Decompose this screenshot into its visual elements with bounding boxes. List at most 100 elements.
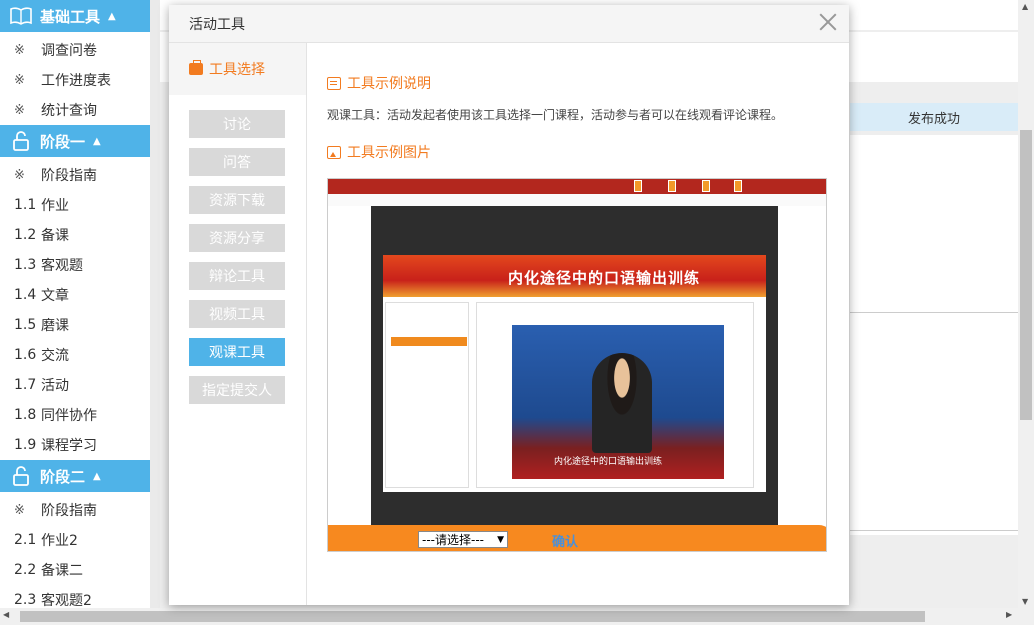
lock-icon (10, 466, 32, 486)
page-horizontal-scrollbar[interactable]: ◀ ▶ (0, 608, 1034, 625)
sidebar-item-label: 文章 (41, 288, 69, 304)
scroll-right-icon[interactable]: ▶ (1006, 610, 1012, 619)
sidebar-item-number: 1.8 (14, 407, 37, 423)
example-nav-item (391, 365, 467, 374)
scroll-thumb[interactable] (20, 611, 925, 622)
sidebar-section-header[interactable]: 基础工具 ▲ (0, 0, 150, 32)
example-tab (634, 180, 642, 192)
sidebar-item[interactable]: 1.8 同伴协作 (0, 400, 150, 430)
example-image-heading: 工具示例图片 (327, 142, 431, 162)
example-course-page: 内化途径中的口语输出训练 内化途径中的口语输出训练 (383, 255, 766, 492)
example-video-caption: 内化途径中的口语输出训练 (554, 457, 663, 467)
sidebar-item-label: 交流 (41, 348, 69, 364)
dialog-header: 活动工具 (169, 5, 849, 43)
sidebar-item-label: 统计查询 (41, 103, 97, 119)
sidebar-section-title: 阶段二 (40, 467, 86, 486)
background-right-panel (850, 135, 1018, 535)
sidebar-item-label: 备课二 (41, 563, 83, 579)
sidebar-item[interactable]: 2.1 作业2 (0, 525, 150, 555)
sidebar-item[interactable]: ※ 调查问卷 (0, 35, 150, 65)
example-nav-item (391, 351, 467, 360)
confirm-button[interactable]: 确认 (552, 531, 578, 550)
sidebar-item[interactable]: ※ 统计查询 (0, 95, 150, 125)
sidebar-item-label: 阶段指南 (41, 168, 97, 184)
sidebar-item[interactable]: ※ 阶段指南 (0, 495, 150, 525)
sidebar-item-mark: ※ (14, 502, 25, 518)
course-select-value: ---请选择--- (422, 533, 484, 547)
tool-content: 工具示例说明 观课工具：活动发起者使用该工具选择一门课程，活动参与者可以在线观看… (307, 43, 849, 605)
scroll-thumb[interactable] (1020, 130, 1032, 420)
example-tab (734, 180, 742, 192)
sidebar-item-label: 课程学习 (41, 438, 97, 454)
lock-icon (10, 131, 32, 151)
sidebar-item-mark: ※ (14, 102, 25, 118)
close-icon[interactable] (817, 11, 839, 33)
tool-button[interactable]: 资源分享 (189, 224, 285, 252)
activity-tool-dialog: 活动工具 工具选择 讨论 问答 资源下载 资源分享 辩论工具 视频工具 观课工具 指定提交人 … (169, 5, 849, 605)
sidebar-item-number: 1.5 (14, 317, 37, 333)
sidebar-item-mark: ※ (14, 42, 25, 58)
example-stage: 内化途径中的口语输出训练 内化途径中的口语输出训练 (371, 206, 778, 526)
tool-button[interactable]: 视频工具 (189, 300, 285, 328)
sidebar-item[interactable]: 2.3 客观题2 (0, 585, 150, 608)
sidebar-item-label: 备课 (41, 228, 69, 244)
sidebar-item-mark: ※ (14, 72, 25, 88)
sidebar-item-number: 1.4 (14, 287, 37, 303)
course-select-bar: ---请选择--- ▼ 确认 (328, 525, 826, 551)
sidebar-item[interactable]: 1.1 作业 (0, 190, 150, 220)
example-screenshot: 内化途径中的口语输出训练 内化途径中的口语输出训练 ---请选择--- ▼ 确认 (327, 178, 827, 552)
example-video-panel: 内化途径中的口语输出训练 (476, 302, 754, 488)
collapse-caret-icon[interactable]: ▲ (93, 136, 101, 147)
example-study-nav (385, 302, 469, 488)
teacher-figure (592, 353, 652, 453)
scroll-down-icon[interactable]: ▼ (1022, 597, 1028, 606)
tool-selection-title: 工具选择 (209, 62, 265, 78)
sidebar-section-header[interactable]: 阶段一 ▲ (0, 125, 150, 157)
sidebar-item[interactable]: 1.2 备课 (0, 220, 150, 250)
sidebar-section-header[interactable]: 阶段二 ▲ (0, 460, 150, 492)
sidebar-item[interactable]: 1.4 文章 (0, 280, 150, 310)
example-banner: 内化途径中的口语输出训练 (383, 255, 766, 297)
tool-button[interactable]: 指定提交人 (189, 376, 285, 404)
example-description-title: 工具示例说明 (347, 76, 431, 92)
sidebar-item-number: 1.2 (14, 227, 37, 243)
course-sidebar: 基础工具 ▲ ※ 调查问卷 ※ 工作进度表 ※ 统计查询 阶段一 ▲ ※ 阶段指南 1.1 作业 1.2 备课… (0, 0, 150, 608)
sidebar-item[interactable]: ※ 工作进度表 (0, 65, 150, 95)
sidebar-item[interactable]: 1.6 交流 (0, 340, 150, 370)
sidebar-item[interactable]: 1.9 课程学习 (0, 430, 150, 460)
divider (850, 530, 1018, 531)
sidebar-item-number: 2.2 (14, 562, 37, 578)
tool-selection-header: 工具选择 (169, 43, 306, 95)
tool-selection-nav: 工具选择 讨论问答资源下载资源分享辩论工具视频工具观课工具指定提交人 (169, 43, 307, 605)
sidebar-item[interactable]: 1.3 客观题 (0, 250, 150, 280)
tool-button[interactable]: 观课工具 (189, 338, 285, 366)
collapse-caret-icon[interactable]: ▲ (93, 471, 101, 482)
document-icon (327, 76, 341, 90)
course-select[interactable]: ---请选择--- ▼ (418, 531, 508, 548)
sidebar-item[interactable]: 1.7 活动 (0, 370, 150, 400)
book-icon (10, 6, 32, 26)
collapse-caret-icon[interactable]: ▲ (108, 11, 116, 22)
sidebar-scrollbar[interactable] (150, 0, 160, 608)
example-description-heading: 工具示例说明 (327, 73, 431, 93)
tool-button[interactable]: 讨论 (189, 110, 285, 138)
example-video: 内化途径中的口语输出训练 (512, 325, 724, 479)
sidebar-item[interactable]: 1.5 磨课 (0, 310, 150, 340)
sidebar-item-number: 1.7 (14, 377, 37, 393)
page-vertical-scrollbar[interactable]: ▲ ▼ (1018, 0, 1034, 608)
sidebar-item-number: 2.1 (14, 532, 37, 548)
example-tab (702, 180, 710, 192)
briefcase-icon (189, 60, 203, 75)
tool-button[interactable]: 问答 (189, 148, 285, 176)
sidebar-item-mark: ※ (14, 167, 25, 183)
scroll-left-icon[interactable]: ◀ (3, 610, 9, 619)
scroll-up-icon[interactable]: ▲ (1022, 2, 1028, 11)
tool-button[interactable]: 资源下载 (189, 186, 285, 214)
sidebar-item[interactable]: 2.2 备课二 (0, 555, 150, 585)
sidebar-item-label: 客观题2 (41, 593, 92, 608)
tool-button[interactable]: 辩论工具 (189, 262, 285, 290)
sidebar-item-label: 阶段指南 (41, 503, 97, 519)
dropdown-arrow-icon: ▼ (497, 535, 504, 545)
sidebar-item[interactable]: ※ 阶段指南 (0, 160, 150, 190)
sidebar-item-number: 1.6 (14, 347, 37, 363)
